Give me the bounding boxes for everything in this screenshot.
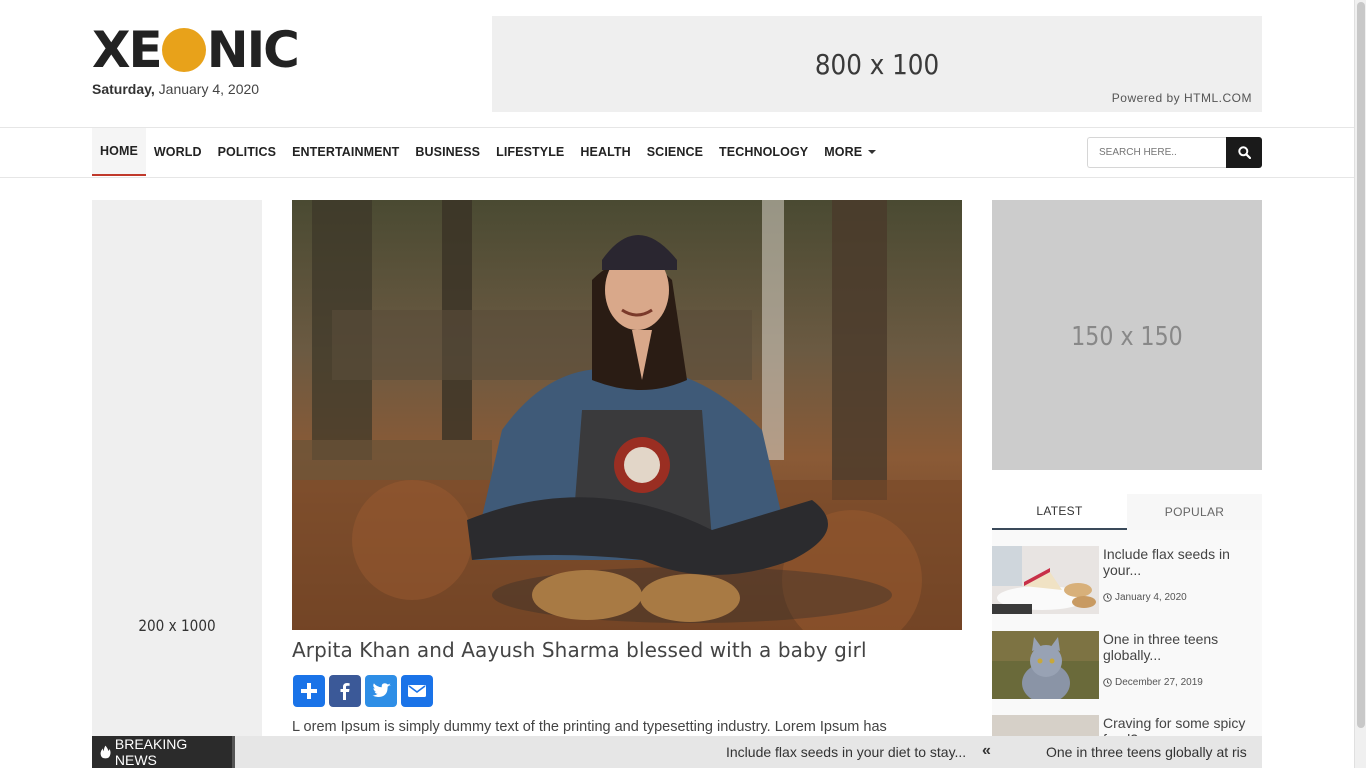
article-excerpt: L orem Ipsum is simply dummy text of the… [292, 719, 887, 735]
nav-item-health[interactable]: HEALTH [572, 128, 638, 176]
logo-o-circle [161, 28, 206, 72]
search-input[interactable] [1087, 137, 1226, 168]
nav-item-entertainment[interactable]: ENTERTAINMENT [284, 128, 407, 176]
nav-item-business[interactable]: BUSINESS [407, 128, 488, 176]
left-ad-skyscraper[interactable]: 200 x 1000 [92, 200, 262, 768]
post-title[interactable]: One in three teens globally... [1103, 631, 1258, 663]
main-nav: HOME WORLD POLITICS ENTERTAINMENT BUSINE… [0, 128, 1354, 178]
fire-icon [100, 745, 111, 759]
hero-photo [292, 200, 962, 630]
share-twitter-button[interactable] [365, 675, 397, 707]
right-ad-size-label: 150 x 150 [1071, 322, 1183, 352]
post-title[interactable]: Include flax seeds in your... [1103, 546, 1258, 578]
breaking-news-text: BREAKING NEWS [114, 736, 188, 768]
right-ad-square[interactable]: 150 x 150 [992, 200, 1262, 470]
post-date: January 4, 2020 [1103, 592, 1187, 603]
nav-item-science[interactable]: SCIENCE [639, 128, 711, 176]
top-ad-size-label: 800 x 100 [814, 48, 940, 81]
cake-thumbnail-image [992, 546, 1099, 614]
site-header: XE NIC Saturday, January 4, 2020 800 x 10… [0, 0, 1354, 128]
scrollbar-thumb[interactable] [1357, 2, 1365, 728]
breaking-news-bar: BREAKING NEWS Include flax seeds in your… [92, 736, 1262, 768]
list-item[interactable]: Include flax seeds in your... January 4,… [992, 546, 1262, 616]
nav-item-more[interactable]: MORE [816, 128, 884, 176]
post-thumbnail[interactable] [992, 546, 1099, 614]
breaking-news-label: BREAKING NEWS [92, 736, 235, 768]
nav-item-home[interactable]: HOME [92, 128, 146, 176]
latest-posts-list: Include flax seeds in your... January 4,… [992, 530, 1262, 740]
nav-list: HOME WORLD POLITICS ENTERTAINMENT BUSINE… [92, 128, 884, 176]
email-icon [408, 685, 426, 697]
date-rest: January 4, 2020 [154, 81, 260, 97]
page-scrollbar[interactable] [1354, 0, 1366, 768]
site-logo[interactable]: XE NIC [92, 21, 300, 79]
double-chevron-left-icon: « [982, 742, 991, 759]
left-ad-size-label: 200 x 1000 [138, 616, 216, 635]
post-date: December 27, 2019 [1103, 677, 1203, 688]
ad-powered-by[interactable]: Powered by HTML.COM [1112, 91, 1252, 105]
post-thumbnail[interactable] [992, 631, 1099, 699]
cat-thumbnail-image [992, 631, 1099, 699]
share-buttons [293, 675, 433, 707]
list-item[interactable]: One in three teens globally... December … [992, 631, 1262, 701]
share-email-button[interactable] [401, 675, 433, 707]
share-addthis-button[interactable] [293, 675, 325, 707]
nav-item-lifestyle[interactable]: LIFESTYLE [488, 128, 572, 176]
plus-icon [301, 683, 317, 699]
nav-item-politics[interactable]: POLITICS [210, 128, 284, 176]
article-title[interactable]: Arpita Khan and Aayush Sharma blessed wi… [292, 638, 867, 662]
post-date-text: December 27, 2019 [1115, 677, 1203, 688]
post-date-text: January 4, 2020 [1115, 592, 1187, 603]
share-facebook-button[interactable] [329, 675, 361, 707]
top-ad-banner[interactable]: 800 x 100 Powered by HTML.COM [492, 16, 1262, 112]
clock-icon [1103, 593, 1112, 602]
breaking-news-item[interactable]: Include flax seeds in your diet to stay.… [726, 744, 966, 760]
logo-text-start: XE [92, 21, 163, 79]
breaking-news-item[interactable]: One in three teens globally at ris [1046, 744, 1247, 760]
tab-popular[interactable]: POPULAR [1127, 494, 1262, 530]
caret-down-icon [868, 150, 877, 154]
facebook-icon [340, 683, 350, 700]
date-day: Saturday, [92, 81, 155, 97]
search-icon [1237, 146, 1251, 159]
logo-text-end: NIC [206, 21, 300, 79]
nav-more-label: MORE [824, 145, 863, 159]
search-button[interactable] [1226, 137, 1262, 168]
nav-item-world[interactable]: WORLD [146, 128, 210, 176]
clock-icon [1103, 678, 1112, 687]
article-hero-image[interactable] [292, 200, 962, 630]
tab-latest[interactable]: LATEST [992, 494, 1127, 530]
sidebar-tabs: LATEST POPULAR [992, 494, 1262, 530]
twitter-icon [372, 683, 391, 697]
nav-item-technology[interactable]: TECHNOLOGY [711, 128, 816, 176]
header-date: Saturday, January 4, 2020 [92, 81, 259, 97]
